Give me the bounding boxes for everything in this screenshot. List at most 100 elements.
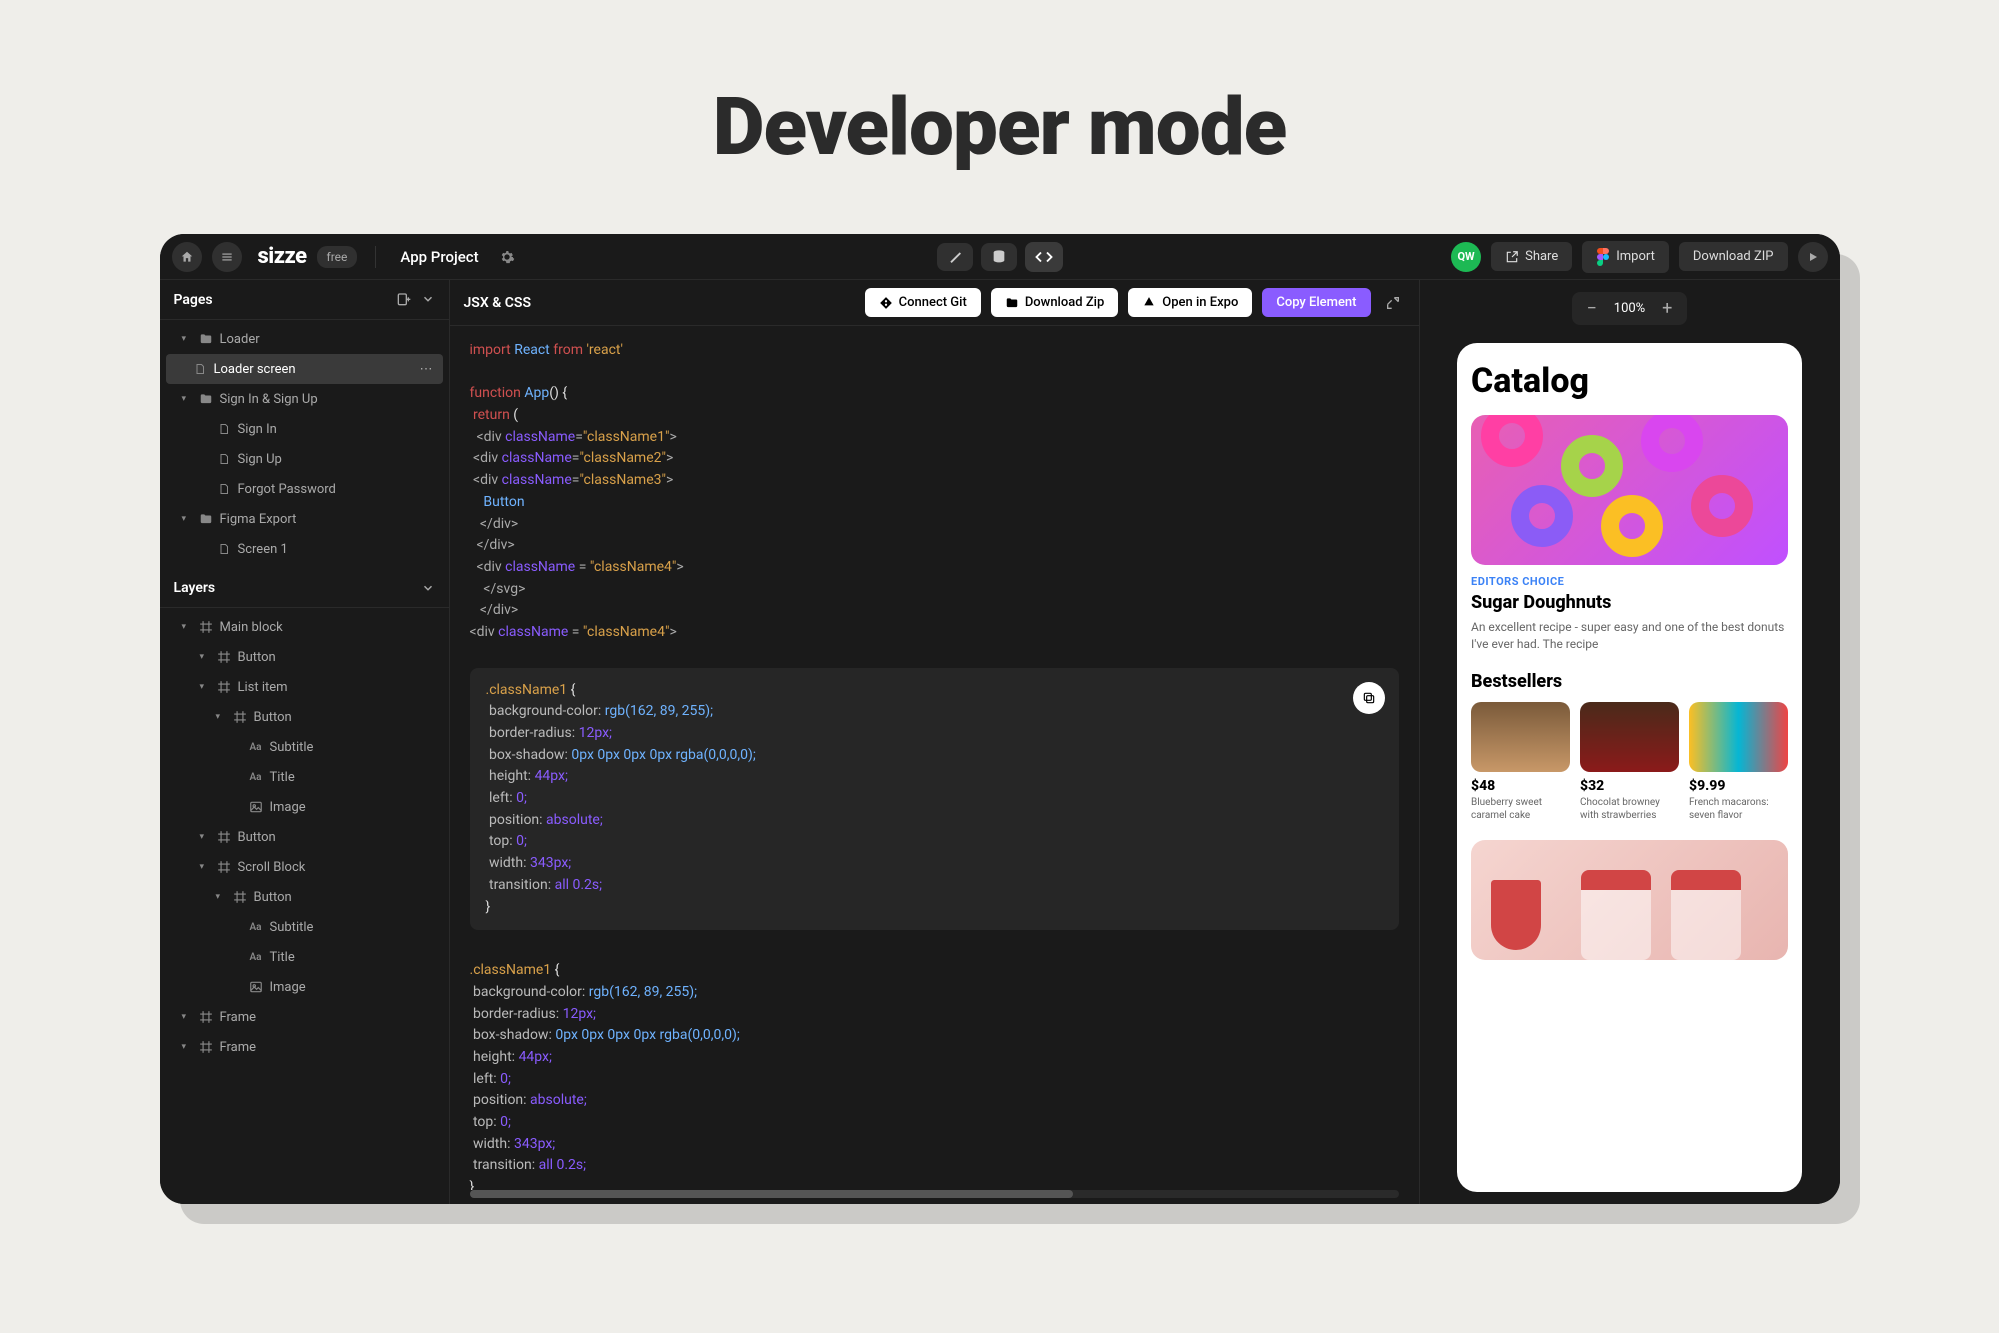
- zoom-out-button[interactable]: −: [1584, 298, 1600, 319]
- tree-item-label: Button: [238, 650, 276, 665]
- import-label: Import: [1616, 249, 1655, 264]
- download-zip-button[interactable]: Download ZIP: [1679, 242, 1788, 271]
- mode-data-button[interactable]: [981, 243, 1017, 271]
- file-icon: [216, 542, 232, 556]
- add-page-button[interactable]: [395, 292, 411, 308]
- connect-git-button[interactable]: Connect Git: [865, 288, 981, 317]
- layers-item-5[interactable]: AaTitle: [160, 762, 449, 792]
- tree-item-label: Forgot Password: [238, 482, 336, 497]
- layers-item-9[interactable]: ▾Button: [160, 882, 449, 912]
- device-preview: Catalog EDITORS CHOICE Sugar Doughnuts A…: [1457, 343, 1802, 1192]
- layers-item-7[interactable]: ▾Button: [160, 822, 449, 852]
- code-editor[interactable]: import React from 'react' function App()…: [450, 326, 1419, 1190]
- pages-item-2[interactable]: ▾Sign In & Sign Up: [160, 384, 449, 414]
- caret-icon: ▾: [182, 334, 192, 344]
- copy-element-button[interactable]: Copy Element: [1262, 288, 1370, 317]
- layers-item-13[interactable]: ▾Frame: [160, 1002, 449, 1032]
- layers-collapse-button[interactable]: [421, 581, 435, 595]
- preview-card-0-name: Blueberry sweet caramel cake: [1471, 796, 1570, 822]
- file-icon: [216, 452, 232, 466]
- open-expo-button[interactable]: Open in Expo: [1128, 288, 1252, 317]
- share-button[interactable]: Share: [1491, 242, 1572, 271]
- import-button[interactable]: Import: [1582, 241, 1669, 273]
- image-icon: [248, 800, 264, 814]
- text-icon: Aa: [248, 922, 264, 933]
- pages-item-3[interactable]: Sign In: [160, 414, 449, 444]
- copy-css-button[interactable]: [1353, 682, 1385, 714]
- layers-item-10[interactable]: AaSubtitle: [160, 912, 449, 942]
- pages-item-0[interactable]: ▾ Loader: [160, 324, 449, 354]
- preview-card-1-image: [1580, 702, 1679, 772]
- home-icon: [180, 250, 194, 264]
- preview-card-2-image: [1689, 702, 1788, 772]
- top-bar: sizze free App Project QW Share: [160, 234, 1840, 280]
- frame-icon: [216, 830, 232, 844]
- file-icon: [192, 362, 208, 376]
- tree-item-label: Image: [270, 800, 306, 815]
- pages-collapse-button[interactable]: [421, 292, 435, 308]
- caret-icon: ▾: [182, 394, 192, 404]
- layers-item-3[interactable]: ▾Button: [160, 702, 449, 732]
- tree-item-label: Sign In: [238, 422, 277, 437]
- mode-design-button[interactable]: [937, 243, 973, 271]
- menu-button[interactable]: [212, 242, 242, 272]
- layers-item-1[interactable]: ▾Button: [160, 642, 449, 672]
- mode-switcher: [937, 242, 1063, 272]
- folder-icon: [198, 392, 214, 406]
- preview-hero-image: [1471, 415, 1788, 565]
- frame-icon: [198, 620, 214, 634]
- play-button[interactable]: [1798, 242, 1828, 272]
- app-body: Pages ▾LoaderLoader screen⋯▾Sign In & Si…: [160, 280, 1840, 1204]
- pages-item-4[interactable]: Sign Up: [160, 444, 449, 474]
- mode-code-button[interactable]: [1025, 242, 1063, 272]
- preview-card-1: $32 Chocolat browney with strawberries: [1580, 702, 1679, 822]
- tree-item-label: Button: [238, 830, 276, 845]
- layers-item-8[interactable]: ▾Scroll Block: [160, 852, 449, 882]
- pages-item-5[interactable]: Forgot Password: [160, 474, 449, 504]
- pages-item-6[interactable]: ▾Figma Export: [160, 504, 449, 534]
- more-icon[interactable]: ⋯: [420, 362, 433, 377]
- horizontal-scrollbar[interactable]: [470, 1190, 1399, 1198]
- layers-title: Layers: [174, 580, 216, 596]
- frame-icon: [232, 710, 248, 724]
- preview-hero-desc: An excellent recipe - super easy and one…: [1471, 619, 1788, 653]
- zoom-in-button[interactable]: +: [1659, 298, 1675, 319]
- zoom-control: − 100% +: [1572, 292, 1687, 325]
- tree-item-label: Image: [270, 980, 306, 995]
- code-download-zip-button[interactable]: Download Zip: [991, 288, 1118, 317]
- pages-item-1[interactable]: Loader screen⋯: [166, 354, 443, 384]
- user-avatar[interactable]: QW: [1451, 242, 1481, 272]
- css-block-1: .className1 { background-color: rgb(162,…: [470, 668, 1399, 931]
- layers-item-14[interactable]: ▾Frame: [160, 1032, 449, 1062]
- folder-icon: [198, 332, 214, 346]
- layers-item-4[interactable]: AaSubtitle: [160, 732, 449, 762]
- tree-item-label: Loader: [220, 332, 260, 347]
- add-page-icon: [395, 292, 411, 308]
- chevron-down-icon: [421, 581, 435, 595]
- tree-item-label: Button: [254, 890, 292, 905]
- layers-item-12[interactable]: Image: [160, 972, 449, 1002]
- layers-item-0[interactable]: ▾Main block: [160, 612, 449, 642]
- tree-item-label: Main block: [220, 620, 283, 635]
- frame-icon: [216, 860, 232, 874]
- layers-tree: ▾Main block▾Button▾List item▾ButtonAaSub…: [160, 608, 449, 1204]
- preview-catalog-title: Catalog: [1471, 361, 1788, 401]
- home-button[interactable]: [172, 242, 202, 272]
- image-icon: [248, 980, 264, 994]
- expand-code-button[interactable]: [1381, 291, 1405, 315]
- css-block-2: .className1 { background-color: rgb(162,…: [470, 948, 1399, 1190]
- settings-button[interactable]: [499, 249, 515, 265]
- tree-item-label: Button: [254, 710, 292, 725]
- layers-item-2[interactable]: ▾List item: [160, 672, 449, 702]
- layers-item-11[interactable]: AaTitle: [160, 942, 449, 972]
- caret-icon: ▾: [182, 1042, 192, 1052]
- preview-editors-choice: EDITORS CHOICE: [1471, 575, 1788, 588]
- play-icon: [1807, 251, 1819, 263]
- pages-item-7[interactable]: Screen 1: [160, 534, 449, 564]
- code-icon: [1035, 248, 1053, 266]
- preview-card-1-price: $32: [1580, 778, 1679, 794]
- text-icon: Aa: [248, 772, 264, 783]
- layers-header: Layers: [160, 568, 449, 608]
- preview-card-0-price: $48: [1471, 778, 1570, 794]
- layers-item-6[interactable]: Image: [160, 792, 449, 822]
